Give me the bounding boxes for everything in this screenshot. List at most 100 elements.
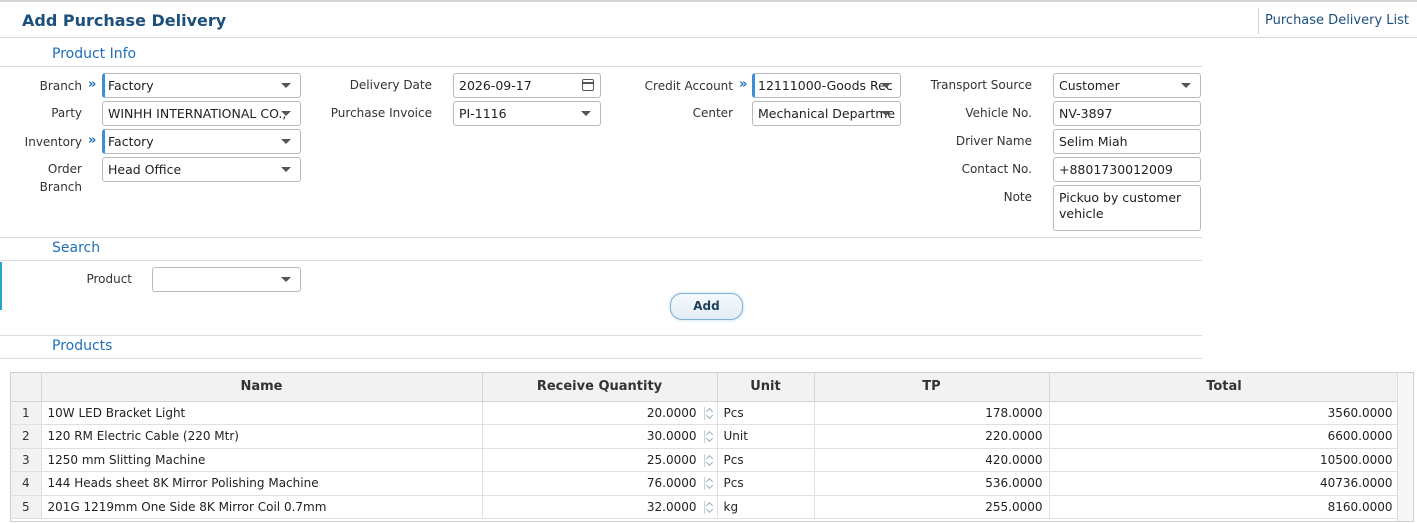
purchase-invoice-value: PI-1116 (459, 106, 507, 121)
double-chevron-right-icon: » (88, 133, 97, 148)
inventory-value: Factory (108, 134, 154, 149)
order-branch-label-line2: Branch (39, 180, 82, 194)
cell-total: 6600.0000 (1049, 424, 1400, 449)
purchase-delivery-list-link[interactable]: Purchase Delivery List (1265, 13, 1409, 28)
contact-no-input[interactable]: +8801730012009 (1053, 157, 1201, 182)
cell-receive-quantity[interactable]: 30.0000 (482, 424, 718, 449)
page-title: Add Purchase Delivery (22, 11, 227, 30)
order-branch-value: Head Office (108, 162, 182, 177)
qty-value: 20.0000 (646, 405, 697, 420)
row-index: 4 (11, 471, 42, 496)
party-select[interactable]: WINHH INTERNATIONAL CO., (102, 101, 301, 126)
center-value: Mechanical Departme (758, 106, 896, 121)
up-down-spinner-icon[interactable] (703, 500, 712, 514)
column-header-name[interactable]: Name (41, 373, 483, 402)
center-select[interactable]: Mechanical Departme (752, 101, 901, 126)
vehicle-no-input[interactable]: NV-3897 (1053, 101, 1201, 126)
table-row[interactable]: 3 1250 mm Slitting Machine 25.0000 Pcs 4… (11, 448, 1400, 472)
section-divider (0, 358, 1202, 359)
caret-down-icon (581, 111, 591, 116)
caret-down-icon (281, 83, 291, 88)
up-down-spinner-icon[interactable] (703, 430, 712, 443)
party-value: WINHH INTERNATIONAL CO., (108, 106, 287, 121)
row-index: 3 (11, 448, 42, 472)
cell-total: 8160.0000 (1049, 495, 1400, 519)
up-down-spinner-icon[interactable] (703, 453, 712, 467)
credit-account-label: Credit Account (644, 79, 733, 93)
column-header-total[interactable]: Total (1049, 373, 1400, 402)
section-divider (0, 66, 1202, 67)
table-row[interactable]: 4 144 Heads sheet 8K Mirror Polishing Ma… (11, 471, 1400, 496)
cell-tp: 420.0000 (814, 448, 1050, 472)
vehicle-no-label: Vehicle No. (965, 106, 1032, 120)
calendar-icon[interactable] (582, 79, 594, 91)
vertical-scrollbar[interactable] (1397, 373, 1413, 521)
cell-unit: Pcs (717, 448, 815, 472)
table-row[interactable]: 5 201G 1219mm One Side 8K Mirror Coil 0.… (11, 495, 1400, 519)
cell-tp: 255.0000 (814, 495, 1050, 519)
products-grid: Name Receive Quantity Unit TP Total 1 10… (10, 372, 1414, 522)
caret-down-icon (281, 277, 291, 282)
cell-total: 40736.0000 (1049, 471, 1400, 496)
order-branch-label-line1: Order (47, 162, 82, 176)
note-textarea[interactable]: Pickuo by customer vehicle (1053, 185, 1201, 231)
table-header-row: Name Receive Quantity Unit TP Total (11, 373, 1400, 402)
section-title-products: Products (52, 338, 113, 354)
cell-unit: Unit (717, 424, 815, 449)
column-header-tp[interactable]: TP (814, 373, 1050, 402)
caret-down-icon (881, 111, 891, 116)
section-divider (0, 335, 1202, 336)
up-down-spinner-icon[interactable] (703, 477, 712, 490)
row-index: 2 (11, 424, 42, 449)
row-index: 1 (11, 401, 42, 425)
cell-unit: Pcs (717, 471, 815, 496)
transport-source-value: Customer (1059, 78, 1120, 93)
column-header-receive-quantity[interactable]: Receive Quantity (482, 373, 718, 402)
credit-account-select[interactable]: 12111000-Goods Rec (752, 73, 901, 98)
left-accent-bar (0, 262, 2, 310)
driver-name-label: Driver Name (955, 134, 1032, 148)
section-title-product-info: Product Info (52, 46, 137, 62)
note-label: Note (1003, 190, 1032, 204)
topbar-divider (1258, 8, 1259, 34)
cell-receive-quantity[interactable]: 25.0000 (482, 448, 718, 472)
qty-value: 30.0000 (646, 429, 697, 444)
cell-receive-quantity[interactable]: 32.0000 (482, 495, 718, 519)
caret-down-icon (281, 139, 291, 144)
cell-unit: kg (717, 495, 815, 519)
purchase-invoice-select[interactable]: PI-1116 (453, 101, 601, 126)
delivery-date-input[interactable]: 2026-09-17 (453, 73, 601, 98)
product-select[interactable] (152, 267, 301, 292)
cell-tp: 220.0000 (814, 424, 1050, 449)
up-down-spinner-icon[interactable] (703, 406, 712, 420)
transport-source-select[interactable]: Customer (1053, 73, 1201, 98)
cell-name: 10W LED Bracket Light (41, 401, 483, 425)
cell-tp: 178.0000 (814, 401, 1050, 425)
table-row[interactable]: 2 120 RM Electric Cable (220 Mtr) 30.000… (11, 424, 1400, 449)
qty-value: 32.0000 (646, 499, 697, 514)
cell-receive-quantity[interactable]: 76.0000 (482, 471, 718, 496)
section-title-search: Search (52, 240, 101, 256)
branch-label: Branch (39, 79, 82, 93)
cell-name: 144 Heads sheet 8K Mirror Polishing Mach… (41, 471, 483, 496)
order-branch-select[interactable]: Head Office (102, 157, 301, 182)
inventory-select[interactable]: Factory (102, 129, 301, 154)
driver-name-input[interactable]: Selim Miah (1053, 129, 1201, 154)
branch-select[interactable]: Factory (102, 73, 301, 98)
add-button[interactable]: Add (670, 293, 743, 320)
delivery-date-label: Delivery Date (349, 78, 432, 92)
cell-tp: 536.0000 (814, 471, 1050, 496)
products-table: Name Receive Quantity Unit TP Total 1 10… (11, 373, 1400, 519)
cell-name: 201G 1219mm One Side 8K Mirror Coil 0.7m… (41, 495, 483, 519)
caret-down-icon (881, 83, 891, 88)
cell-receive-quantity[interactable]: 20.0000 (482, 401, 718, 425)
cell-unit: Pcs (717, 401, 815, 425)
caret-down-icon (1181, 83, 1191, 88)
cell-name: 120 RM Electric Cable (220 Mtr) (41, 424, 483, 449)
branch-value: Factory (108, 78, 154, 93)
column-header-unit[interactable]: Unit (717, 373, 815, 402)
cell-total: 10500.0000 (1049, 448, 1400, 472)
contact-no-label: Contact No. (961, 162, 1032, 176)
table-row[interactable]: 1 10W LED Bracket Light 20.0000 Pcs 178.… (11, 401, 1400, 425)
credit-account-value: 12111000-Goods Rec (758, 78, 893, 93)
